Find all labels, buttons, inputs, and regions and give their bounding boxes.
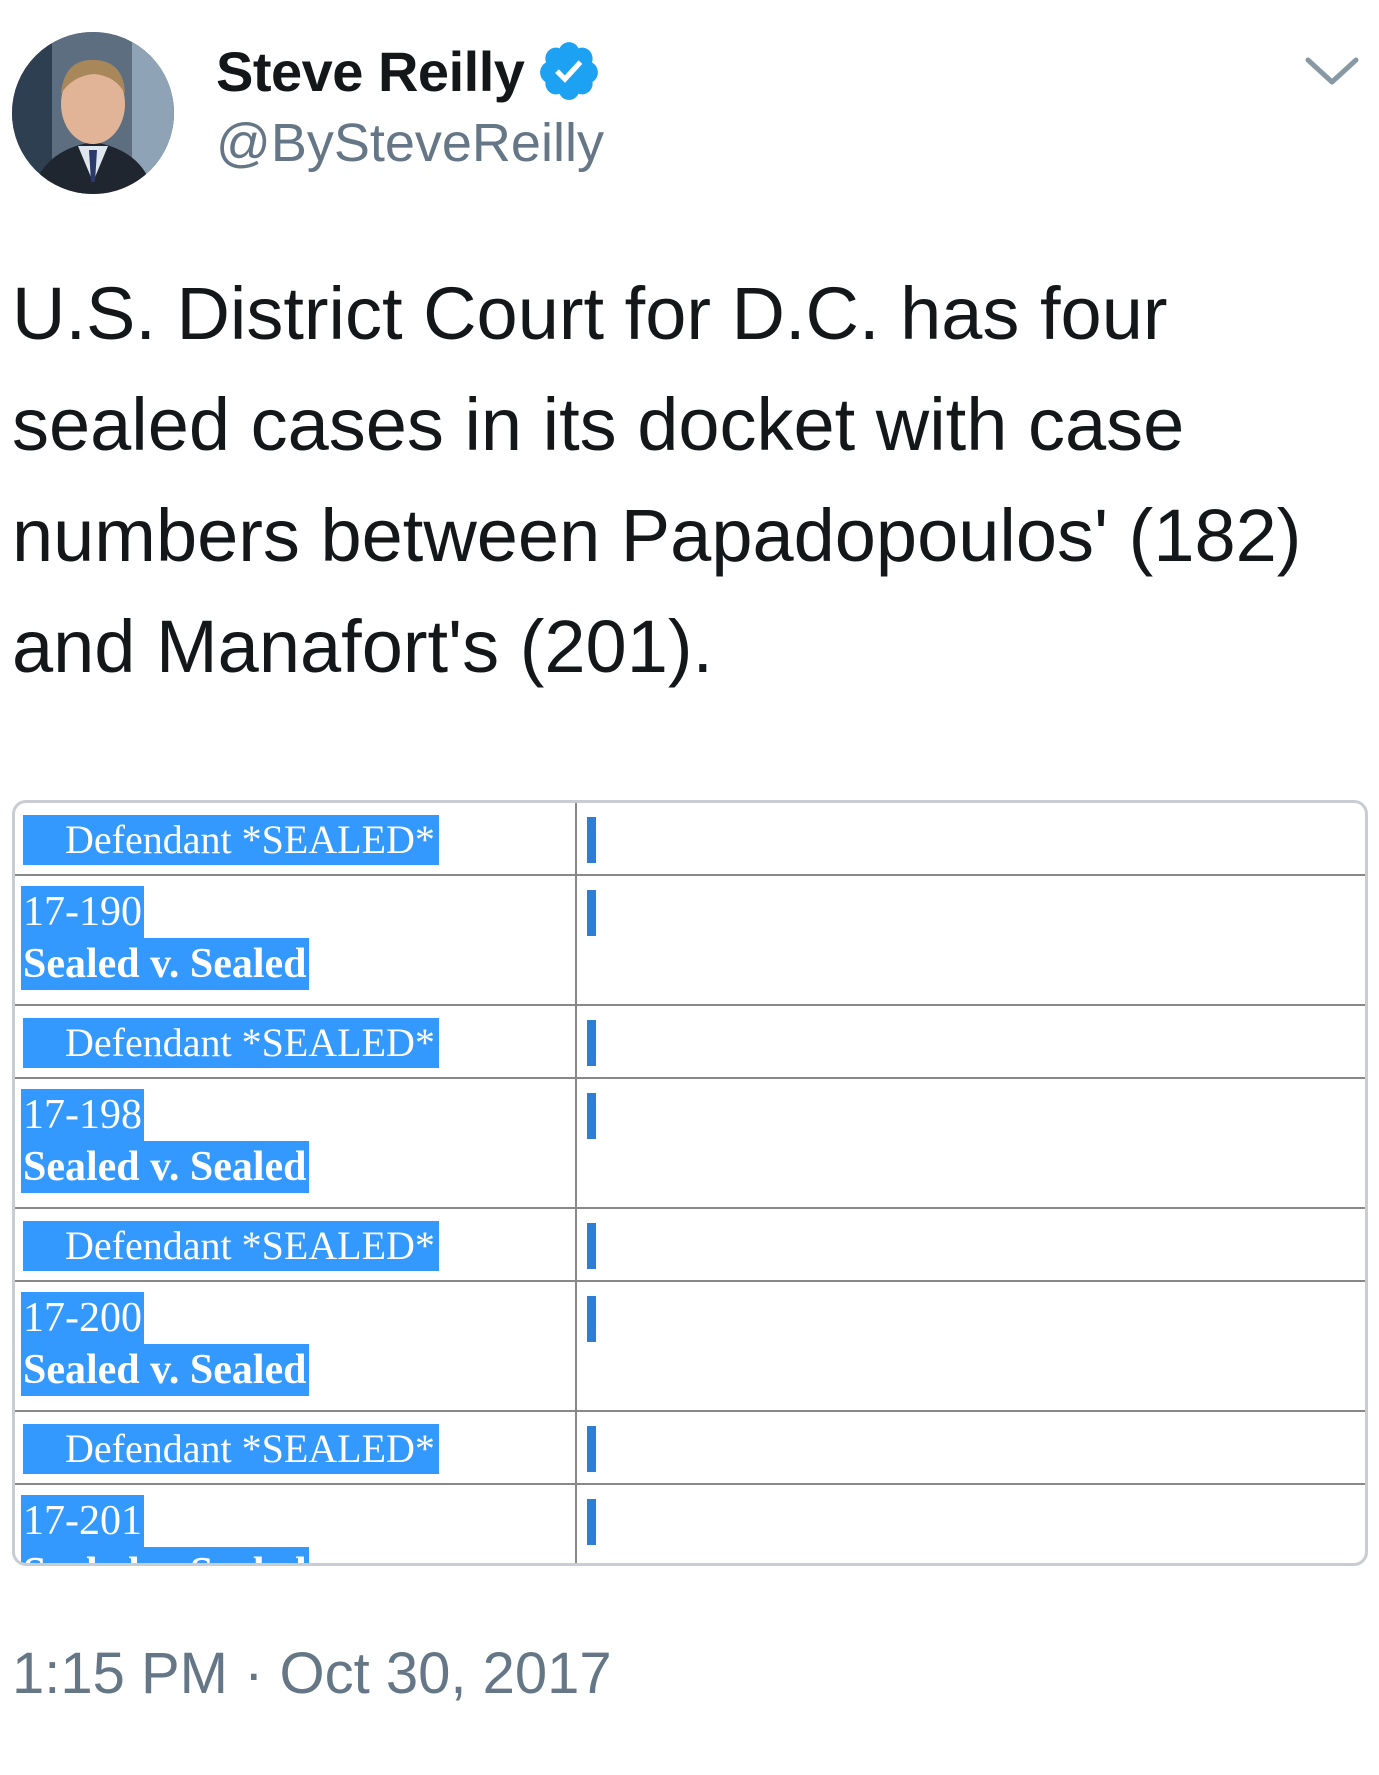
avatar[interactable]: [12, 32, 174, 194]
table-row: 17-201 Sealed v. Sealed: [15, 1483, 1365, 1563]
table-row: 17-200 Sealed v. Sealed: [15, 1280, 1365, 1412]
case-title: Sealed v. Sealed: [21, 1141, 309, 1193]
case-number: 17-198: [21, 1089, 144, 1141]
defendant-label: Defendant *SEALED*: [23, 815, 439, 865]
avatar-photo: [12, 32, 174, 194]
selection-marker: [587, 817, 596, 863]
case-title: Sealed v. Sealed: [21, 1547, 309, 1563]
tweet-media-image[interactable]: Defendant *SEALED* 17-190 Sealed v. Seal…: [12, 800, 1368, 1566]
case-title: Sealed v. Sealed: [21, 938, 309, 990]
user-handle[interactable]: @BySteveReilly: [216, 112, 604, 174]
tweet-text: U.S. District Court for D.C. has four se…: [12, 272, 1302, 688]
selection-marker: [587, 1296, 596, 1342]
verified-badge-icon: [536, 38, 602, 104]
selection-marker: [587, 1499, 596, 1545]
selection-marker: [587, 890, 596, 936]
case-title: Sealed v. Sealed: [21, 1344, 309, 1396]
defendant-label: Defendant *SEALED*: [23, 1018, 439, 1068]
table-row: 17-198 Sealed v. Sealed: [15, 1077, 1365, 1209]
docket-table: Defendant *SEALED* 17-190 Sealed v. Seal…: [15, 803, 1365, 1563]
case-number: 17-201: [21, 1495, 144, 1547]
defendant-label: Defendant *SEALED*: [23, 1221, 439, 1271]
selection-marker: [587, 1223, 596, 1269]
table-row: Defendant *SEALED*: [15, 1207, 1365, 1282]
display-name[interactable]: Steve Reilly: [216, 39, 525, 104]
table-row: Defendant *SEALED*: [15, 1410, 1365, 1485]
tweet-timestamp[interactable]: 1:15 PM · Oct 30, 2017: [12, 1640, 612, 1707]
case-number: 17-200: [21, 1292, 144, 1344]
case-number: 17-190: [21, 886, 144, 938]
table-row: Defendant *SEALED*: [15, 803, 1365, 876]
selection-marker: [587, 1426, 596, 1472]
table-row: 17-190 Sealed v. Sealed: [15, 874, 1365, 1006]
selection-marker: [587, 1020, 596, 1066]
table-row: Defendant *SEALED*: [15, 1004, 1365, 1079]
selection-marker: [587, 1093, 596, 1139]
chevron-down-icon[interactable]: [1300, 46, 1364, 94]
defendant-label: Defendant *SEALED*: [23, 1424, 439, 1474]
